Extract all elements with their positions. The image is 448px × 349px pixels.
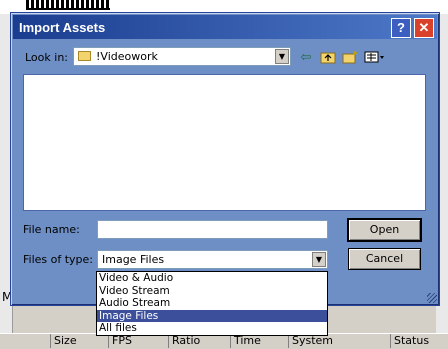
file-name-field[interactable] [97,220,328,239]
column-ratio[interactable]: Ratio [168,334,230,348]
files-of-type-value: Image Files [102,253,165,266]
file-list[interactable] [23,74,426,211]
file-name-label: File name: [23,223,80,236]
file-type-option[interactable]: Video & Audio [97,272,327,285]
view-menu-icon[interactable] [363,50,387,66]
look-in-combobox[interactable]: !Videowork ▼ [73,47,291,66]
file-type-option-selected[interactable]: Image Files [97,309,327,323]
file-type-option[interactable]: All files [97,322,327,335]
new-folder-icon[interactable] [341,50,359,66]
help-button[interactable]: ? [391,18,411,38]
column-status[interactable]: Status [390,334,448,348]
open-button[interactable]: Open [347,218,422,242]
look-in-label: Look in: [25,51,68,64]
files-of-type-label: Files of type: [23,253,94,266]
look-in-value: !Videowork [96,50,158,63]
back-arrow-icon[interactable]: ⇦ [297,50,315,66]
filmstrip-graphic [26,0,110,10]
column-fps[interactable]: FPS [108,334,168,348]
column-time[interactable]: Time [230,334,288,348]
resize-grip[interactable] [427,293,437,303]
close-button[interactable]: ✕ [414,18,434,38]
files-of-type-dropdown: Video & Audio Video Stream Audio Stream … [96,271,328,336]
column-size[interactable]: Size [50,334,108,348]
file-type-option[interactable]: Audio Stream [97,297,327,310]
up-folder-icon[interactable] [319,50,337,66]
files-of-type-combobox[interactable]: Image Files ▼ [97,250,328,269]
file-type-option[interactable]: Video Stream [97,285,327,298]
dialog-title-bar[interactable]: Import Assets ? ✕ [13,15,437,39]
cancel-button[interactable]: Cancel [348,248,421,270]
column-system[interactable]: System [288,334,390,348]
chevron-down-icon[interactable]: ▼ [275,49,289,64]
dialog-title: Import Assets [19,20,106,35]
chevron-down-icon[interactable]: ▼ [312,252,326,267]
folder-icon [78,51,91,61]
import-assets-dialog: Import Assets ? ✕ Look in: !Videowork ▼ … [10,12,440,306]
